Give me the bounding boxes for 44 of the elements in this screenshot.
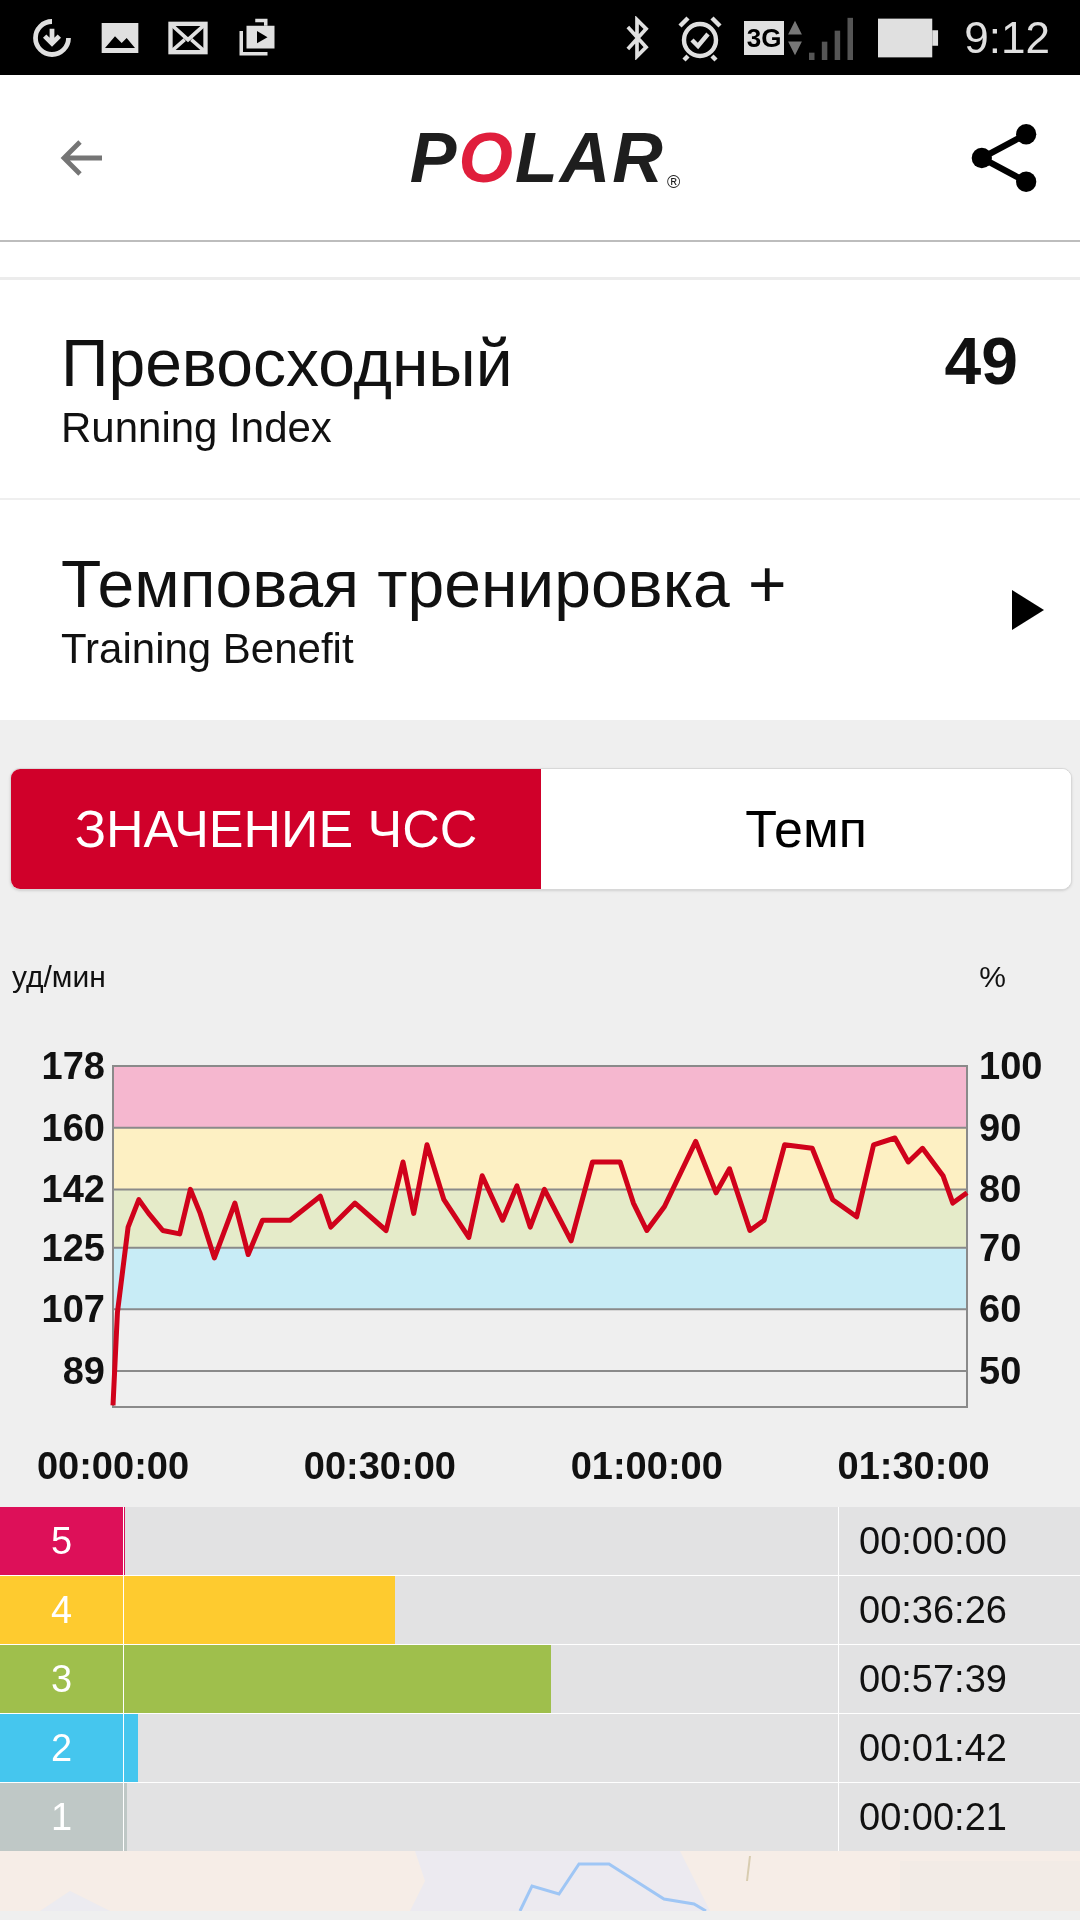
axis-tick-label: 01:00:00 — [570, 1445, 723, 1487]
zone-time: 00:01:42 — [859, 1725, 1007, 1771]
axis-tick-label: 89 — [62, 1350, 105, 1392]
axis-tick-label: 80 — [979, 1168, 1022, 1211]
zone-number: 5 — [0, 1507, 123, 1575]
segment-tab[interactable]: ЗНАЧЕНИЕ ЧСС — [11, 769, 541, 889]
right-triangle-icon[interactable] — [1012, 590, 1044, 630]
axis-tick-label: 160 — [41, 1106, 105, 1149]
registered-mark: ® — [666, 172, 681, 191]
zone-time: 00:57:39 — [859, 1656, 1007, 1702]
zone-time: 00:00:00 — [859, 1518, 1007, 1564]
clock-time: 9:12 — [964, 15, 1050, 60]
axis-tick-label: 90 — [979, 1106, 1022, 1149]
axis-tick-label: 00:30:00 — [303, 1445, 456, 1487]
card-subtitle: Training Benefit — [61, 624, 355, 674]
axis-tick-label: 01:30:00 — [837, 1445, 990, 1487]
axis-unit-label: уд/мин — [12, 958, 106, 995]
battery-icon — [878, 17, 941, 58]
brand-logo: POLAR — [409, 122, 665, 193]
card-title: Темповая тренировка + — [61, 546, 788, 622]
zone-number: 4 — [0, 1576, 123, 1644]
zone-number: 2 — [0, 1714, 123, 1782]
axis-tick-label: 178 — [41, 1045, 105, 1087]
zone-time: 00:00:21 — [859, 1794, 1007, 1840]
axis-tick-label: 70 — [979, 1226, 1022, 1269]
mail-icon — [168, 20, 208, 55]
axis-tick-label: 60 — [979, 1288, 1022, 1331]
card-subtitle: Running Index — [61, 403, 333, 453]
axis-unit-label: % — [979, 958, 1006, 995]
axis-tick-label: 125 — [41, 1226, 105, 1269]
network-badge: 3G — [743, 20, 785, 55]
axis-tick-label: 142 — [41, 1168, 105, 1211]
image-icon — [100, 20, 140, 55]
zone-time: 00:36:26 — [859, 1587, 1007, 1633]
index-value: 49 — [944, 322, 1018, 400]
axis-tick-label: 00:00:00 — [36, 1445, 190, 1487]
zone-number: 1 — [0, 1783, 123, 1851]
axis-tick-label: 50 — [979, 1350, 1022, 1392]
card-title: Превосходный — [61, 325, 514, 401]
axis-tick-label: 100 — [979, 1045, 1043, 1087]
axis-tick-label: 107 — [41, 1288, 105, 1331]
summary-card[interactable]: Темповая тренировка + Training Benefit — [0, 500, 1080, 720]
zone-number: 3 — [0, 1645, 123, 1713]
segment-tab[interactable]: Темп — [541, 769, 1071, 889]
